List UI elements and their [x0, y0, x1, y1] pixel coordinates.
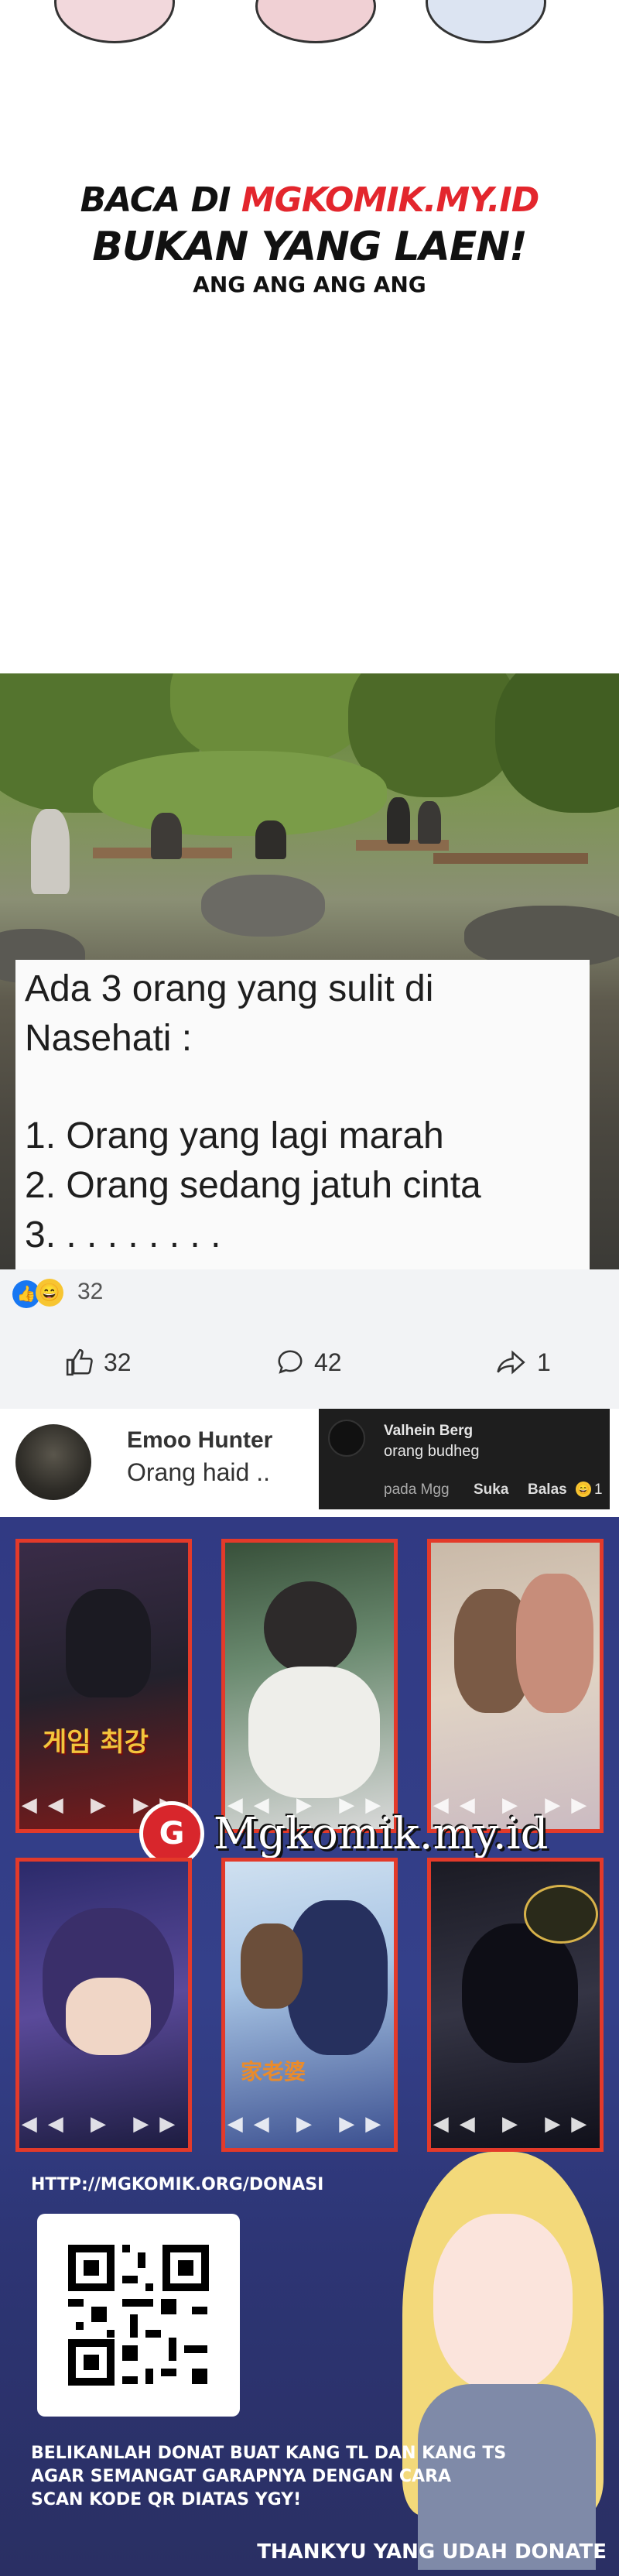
comic-cover-3[interactable]: ◀◀ ▶ ▶▶: [427, 1539, 604, 1833]
cover-character: [264, 1581, 357, 1674]
share-arrow-icon: [497, 1350, 525, 1375]
share-count: 1: [537, 1348, 551, 1376]
reply-card: Valhein Berg orang budheg pada Mgg Suka …: [319, 1409, 610, 1509]
reaction-count[interactable]: 32: [77, 1279, 103, 1305]
promo-ad: 게임 최강 ◀◀ ▶ ▶▶ ◀◀ ▶ ▶▶ ◀◀ ▶ ▶▶ G Mgkomik.…: [0, 1517, 619, 2576]
promo-site-link[interactable]: MGKOMIK.MY.ID: [241, 180, 540, 220]
meme-text-line-2: Nasehati :: [25, 1018, 193, 1059]
comic-cover-1[interactable]: 게임 최강 ◀◀ ▶ ▶▶: [15, 1539, 192, 1833]
comic-cover-5[interactable]: 家老婆 ◀◀ ▶ ▶▶: [221, 1858, 398, 2152]
reply-like-link[interactable]: Suka: [474, 1482, 508, 1499]
promo-line-1: BACA DI MGKOMIK.MY.ID: [0, 178, 619, 223]
reply-reply-link[interactable]: Balas: [528, 1482, 567, 1499]
comic-cover-2[interactable]: ◀◀ ▶ ▶▶: [221, 1539, 398, 1833]
promo-banner: BACA DI MGKOMIK.MY.ID BUKAN YANG LAEN! A…: [0, 178, 619, 299]
cover-character: [516, 1574, 593, 1713]
promo-prefix: BACA DI: [80, 180, 241, 220]
donate-message-line-3: SCAN KODE QR DIATAS YGY!: [31, 2490, 302, 2509]
comic-character-right: [426, 0, 546, 43]
share-button[interactable]: 1: [495, 1339, 551, 1386]
qr-code-icon: [68, 2245, 209, 2386]
thumbs-up-icon: [66, 1348, 93, 1376]
promo-line-2: BUKAN YANG LAEN!: [92, 224, 527, 270]
mascot-face: [433, 2214, 573, 2392]
meme-item-2: 2. Orang sedang jatuh cinta: [25, 1165, 481, 1206]
meme-text-card: Ada 3 orang yang sulit di Nasehati : 1. …: [15, 960, 590, 1269]
haha-reaction-icon: 😄: [576, 1482, 591, 1497]
comment-count: 42: [314, 1348, 342, 1376]
meme-text-line-1: Ada 3 orang yang sulit di: [25, 968, 434, 1009]
fb-reaction-bar: 👍 😄 32 32 42 1: [0, 1269, 619, 1409]
cover-character: [66, 1589, 151, 1697]
donate-qr-code[interactable]: [37, 2214, 240, 2417]
meme-item-1: 1. Orang yang lagi marah: [25, 1115, 444, 1156]
reply-author[interactable]: Valhein Berg: [384, 1423, 473, 1440]
comic-cover-4[interactable]: ◀◀ ▶ ▶▶: [15, 1858, 192, 2152]
comment-bubble-icon: [278, 1350, 303, 1374]
thanks-caption: THANKYU YANG UDAH DONATE: [257, 2540, 607, 2564]
play-controls: ◀◀ ▶ ▶▶: [21, 2112, 186, 2135]
meme-item-3: 3. . . . . . . . .: [25, 1214, 221, 1255]
cover-character: [524, 1885, 598, 1944]
donate-message-line-2: AGAR SEMANGAT GARAPNYA DENGAN CARA: [31, 2467, 452, 2486]
comment-section: Emoo Hunter Orang haid .. Valhein Berg o…: [0, 1409, 619, 1517]
brand-logo-icon: G: [139, 1801, 204, 1866]
avatar[interactable]: [328, 1420, 365, 1457]
comic-character-left: [54, 0, 175, 43]
cover-title: 게임 최강: [43, 1727, 149, 1758]
reply-text: orang budheg: [384, 1443, 480, 1460]
avatar[interactable]: [15, 1424, 91, 1500]
cover-character: [248, 1667, 380, 1798]
play-controls: ◀◀ ▶ ▶▶: [433, 2112, 598, 2135]
donate-url-link[interactable]: HTTP://MGKOMIK.ORG/DONASI: [31, 2175, 323, 2194]
comic-cover-6[interactable]: ◀◀ ▶ ▶▶: [427, 1858, 604, 2152]
comment-author[interactable]: Emoo Hunter: [127, 1427, 272, 1454]
donate-message-line-1: BELIKANLAH DONAT BUAT KANG TL DAN KANG T…: [31, 2444, 507, 2463]
reply-reaction-count: 1: [594, 1482, 603, 1498]
like-button[interactable]: 32: [65, 1339, 132, 1386]
cover-character: [241, 1923, 303, 2009]
like-count: 32: [104, 1348, 132, 1376]
comic-character-middle: [255, 0, 376, 43]
donate-message: BELIKANLAH DONAT BUAT KANG TL DAN KANG T…: [31, 2442, 506, 2512]
comment-button[interactable]: 42: [275, 1339, 342, 1386]
cover-character: [462, 1923, 578, 2063]
comment-text: Orang haid ..: [127, 1458, 270, 1486]
play-controls: ◀◀ ▶ ▶▶: [227, 2112, 392, 2135]
brand-name: Mgkomik.my.id: [214, 1808, 549, 1859]
reply-timestamp: pada Mgg: [384, 1482, 450, 1498]
comic-panel-remnant: [0, 0, 619, 70]
cover-title: 家老婆: [241, 2059, 306, 2084]
promo-line-3: ANG ANG ANG ANG: [193, 272, 426, 297]
cover-character: [66, 1978, 151, 2055]
haha-reaction-icon: 😄: [36, 1279, 63, 1307]
